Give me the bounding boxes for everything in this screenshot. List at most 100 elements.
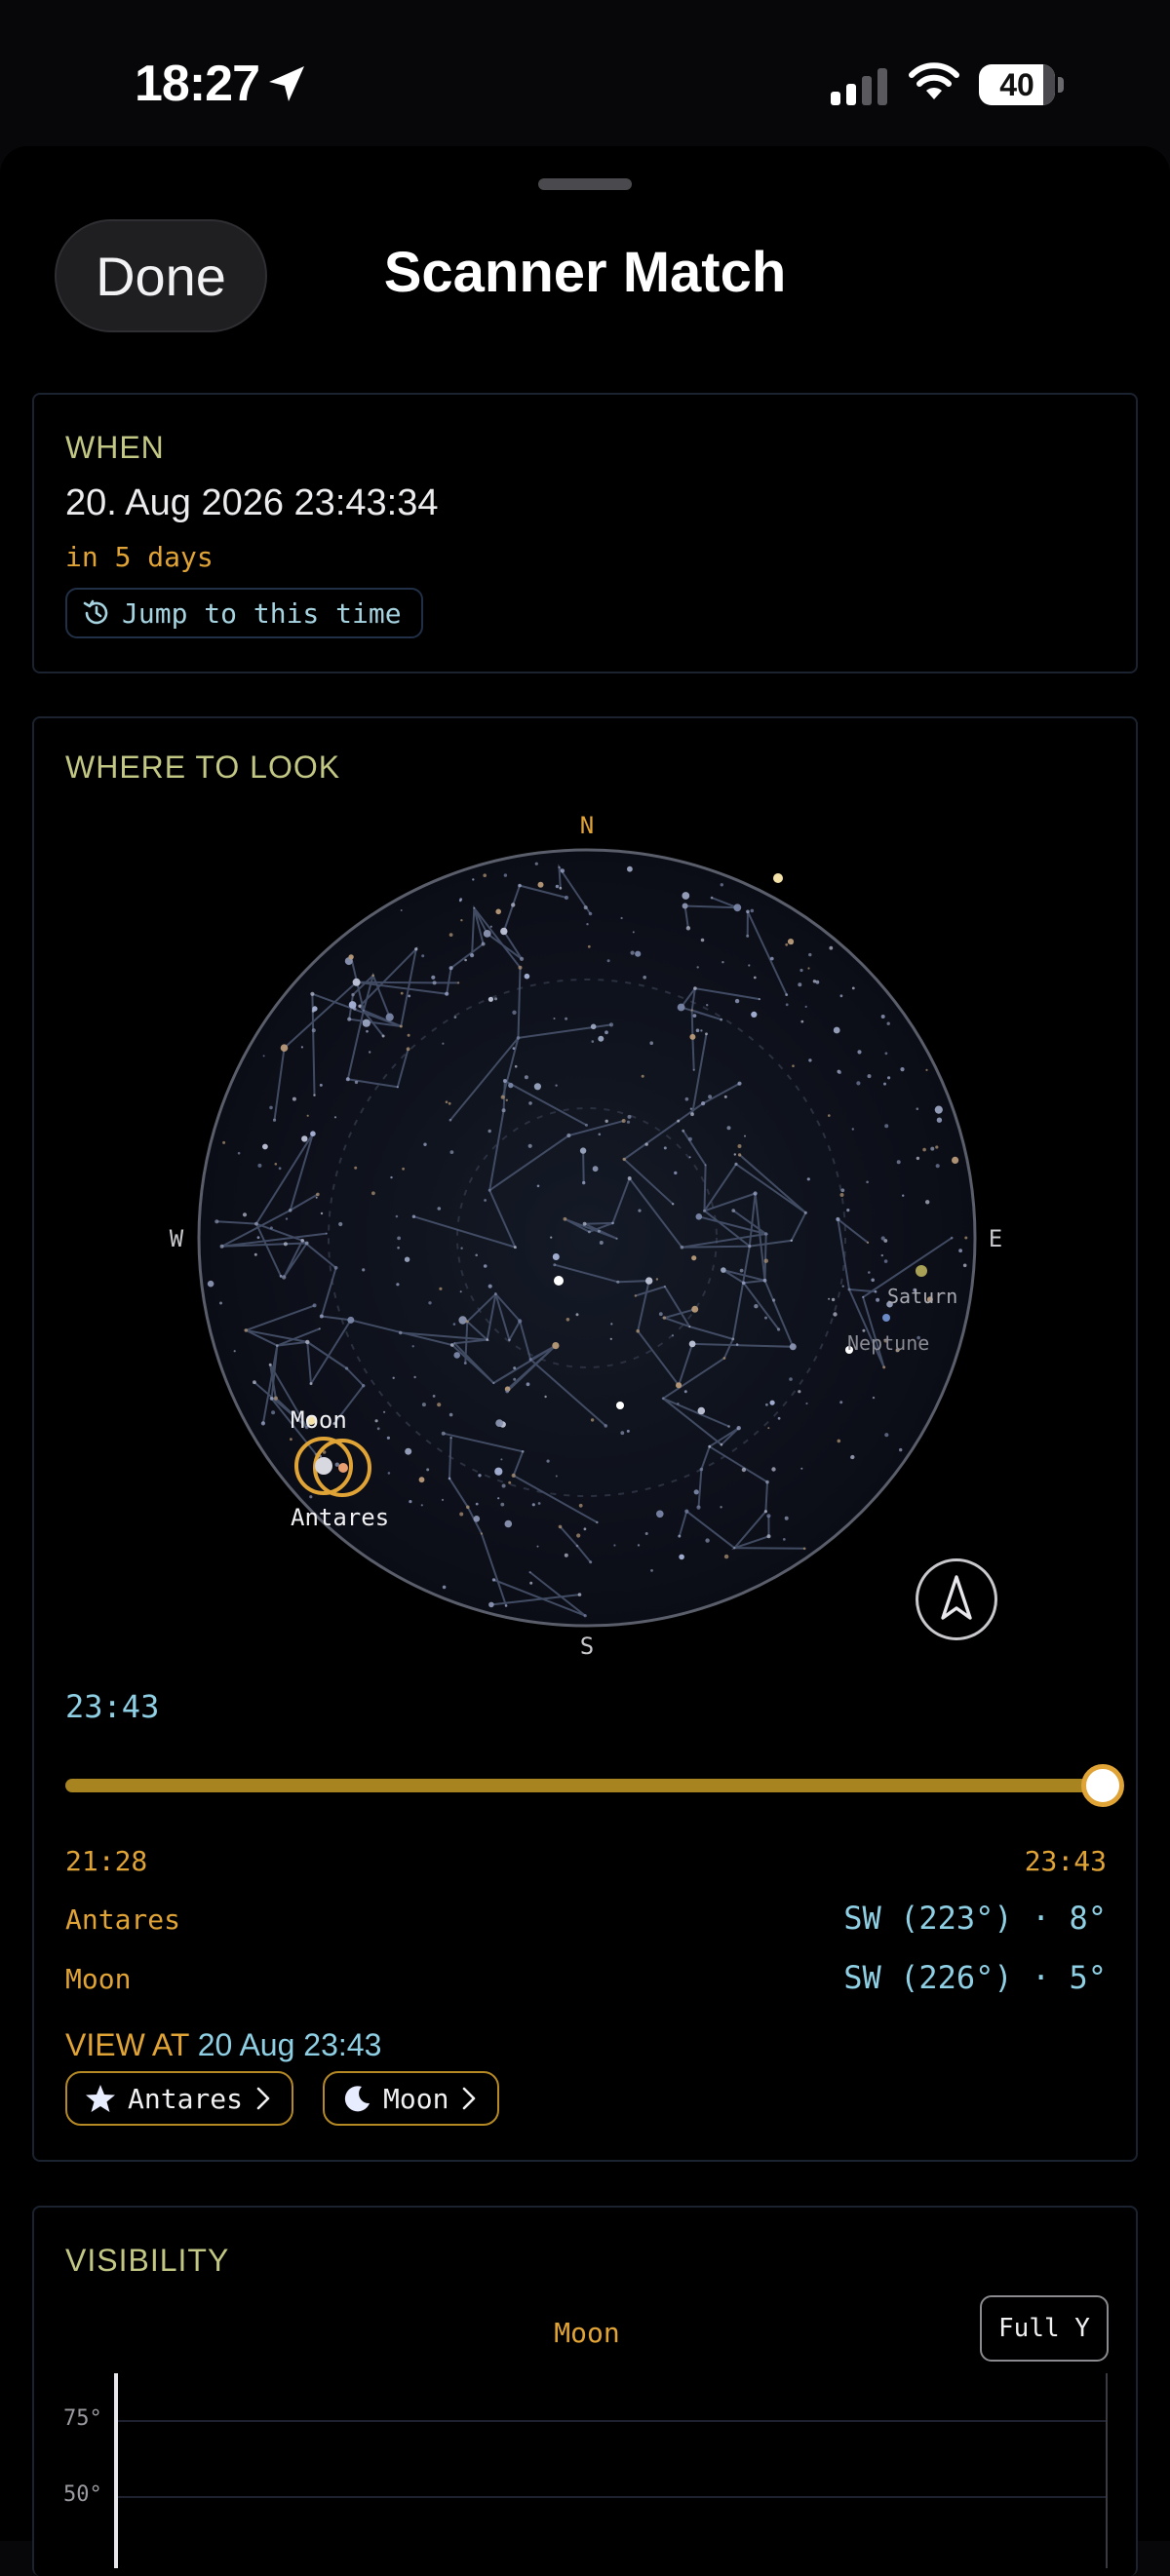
sky-star: [596, 1520, 599, 1524]
sky-star: [630, 950, 635, 955]
sky-star: [237, 1151, 241, 1155]
sky-star: [491, 1578, 496, 1582]
sky-star: [305, 1339, 310, 1345]
sky-star: [489, 925, 492, 928]
when-datetime: 20. Aug 2026 23:43:34: [65, 482, 439, 523]
sky-star: [501, 1108, 506, 1113]
sky-star: [658, 1312, 663, 1317]
range-start: 21:28: [65, 1845, 148, 1877]
view-antares-button[interactable]: Antares: [65, 2071, 294, 2126]
sky-star: [402, 1167, 405, 1171]
sky-star: [432, 980, 437, 985]
sky-star: [453, 1016, 457, 1019]
sky-star: [722, 961, 724, 964]
sky-star: [362, 1019, 370, 1027]
location-arrow-icon: [269, 66, 304, 101]
sky-star: [710, 896, 714, 900]
sky-star: [578, 1503, 583, 1508]
sky-star: [731, 1337, 735, 1341]
sky-star: [767, 1427, 770, 1430]
sky-star: [804, 1005, 807, 1008]
visibility-right-edge: [1106, 2373, 1108, 2568]
cellular-signal-icon: [831, 68, 887, 105]
sky-star: [737, 1144, 742, 1148]
sky-star: [309, 1382, 313, 1386]
where-card: WHERE TO LOOK N S E W Saturn Neptune Moo…: [32, 716, 1138, 2162]
sky-star: [421, 1403, 426, 1407]
sky-star: [409, 1500, 412, 1504]
sky-star: [423, 1142, 427, 1146]
when-title: WHEN: [65, 430, 165, 465]
sky-star: [696, 1505, 701, 1510]
visibility-title: VISIBILITY: [65, 2243, 230, 2278]
sky-star: [741, 1467, 747, 1473]
sky-star: [770, 956, 774, 961]
sky-star: [693, 986, 697, 990]
sky-star: [591, 1040, 595, 1043]
moon-row-label: Moon: [65, 1963, 132, 1995]
sky-star: [527, 1143, 532, 1148]
orientation-button[interactable]: [916, 1558, 997, 1640]
sky-star: [441, 1498, 445, 1501]
sky-star: [733, 904, 742, 912]
sky-star: [555, 1475, 558, 1478]
sky-star: [604, 1030, 608, 1035]
sky-star: [868, 1271, 871, 1274]
sky-star: [808, 952, 812, 957]
sky-star: [500, 1458, 503, 1461]
sky-star: [516, 1036, 521, 1040]
sky-star: [784, 1516, 789, 1520]
sky-star: [765, 1403, 768, 1406]
sky-star: [253, 1380, 256, 1385]
time-slider-thumb[interactable]: [1081, 1764, 1124, 1807]
sky-star: [789, 1343, 797, 1351]
jump-to-time-button[interactable]: Jump to this time: [65, 588, 423, 638]
sky-star: [276, 1344, 279, 1347]
time-slider-track[interactable]: [65, 1779, 1109, 1792]
sky-star: [828, 1114, 831, 1117]
sky-star: [269, 1397, 274, 1401]
sky-star: [851, 986, 855, 990]
sky-star: [655, 1278, 659, 1281]
page-title: Scanner Match: [383, 241, 787, 304]
sky-star: [283, 1242, 288, 1247]
sky-star: [720, 883, 723, 887]
sky-star: [606, 959, 610, 963]
history-icon: [83, 599, 108, 625]
sky-star: [627, 1176, 632, 1180]
sky-star: [405, 1447, 412, 1455]
sky-star: [645, 1277, 653, 1285]
full-year-button[interactable]: Full Y: [980, 2295, 1109, 2362]
sheet-grabber[interactable]: [538, 178, 632, 190]
sky-star: [626, 1429, 630, 1433]
sky-star: [695, 1213, 703, 1220]
sky-star: [345, 1366, 349, 1370]
sky-star: [550, 1236, 553, 1239]
sky-star: [807, 967, 810, 970]
sky-star: [537, 881, 544, 888]
sky-star: [268, 1363, 272, 1366]
sky-star: [671, 1334, 675, 1337]
star-icon: [86, 2085, 115, 2112]
sky-star: [396, 1283, 400, 1287]
sky-star: [604, 1424, 608, 1428]
sky-star: [460, 919, 463, 922]
sky-star: [448, 966, 453, 971]
sky-star: [789, 1377, 793, 1381]
sky-star: [615, 1237, 618, 1240]
view-moon-button[interactable]: Moon: [323, 2071, 500, 2126]
sky-star: [748, 964, 751, 967]
sky-star: [315, 1196, 318, 1199]
sky-star: [899, 1447, 903, 1452]
sky-star: [688, 1156, 691, 1159]
sky-star: [829, 945, 834, 950]
sky-star: [518, 883, 522, 888]
sky-star: [437, 1207, 442, 1211]
where-title: WHERE TO LOOK: [65, 750, 341, 785]
sky-star: [586, 923, 589, 926]
sky-star: [583, 1614, 587, 1618]
sky-star: [916, 1107, 919, 1110]
sky-star: [465, 1320, 469, 1324]
sky-star: [338, 1221, 343, 1227]
compass-north: N: [580, 812, 594, 839]
